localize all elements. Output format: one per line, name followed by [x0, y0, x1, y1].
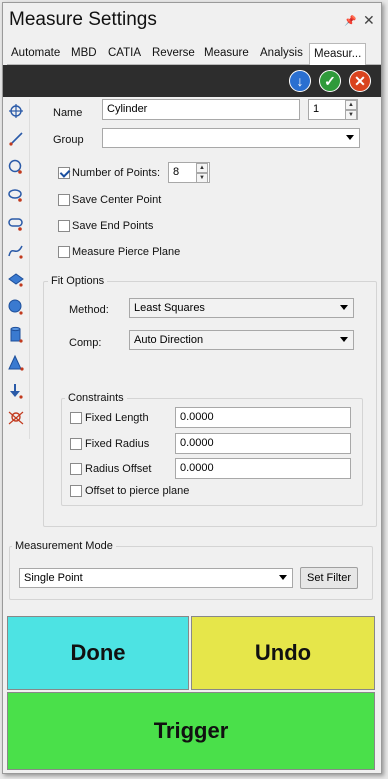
set-filter-button[interactable]: Set Filter: [300, 567, 358, 589]
tab-automate[interactable]: Automate: [11, 47, 60, 59]
intersection-feature-icon[interactable]: [7, 410, 27, 432]
fixed-radius-checkbox[interactable]: [70, 438, 82, 450]
cancel-icon[interactable]: ✕: [349, 70, 371, 92]
curve-feature-icon[interactable]: [7, 242, 27, 264]
offset-pierce-checkbox[interactable]: [70, 485, 82, 497]
measurement-mode-value: Single Point: [24, 572, 83, 584]
radius-offset-label: Radius Offset: [85, 463, 152, 475]
fixed-length-input[interactable]: 0.0000: [175, 407, 351, 428]
index-up-arrow-icon[interactable]: ▲: [345, 100, 357, 110]
fixed-radius-input[interactable]: 0.0000: [175, 433, 351, 454]
checkmark-icon[interactable]: ✓: [319, 70, 341, 92]
method-label: Method:: [69, 304, 109, 316]
measurement-mode-title: Measurement Mode: [12, 540, 116, 552]
save-end-label: Save End Points: [72, 220, 154, 232]
toolbar: ↓ ✓ ✕: [3, 65, 381, 97]
pierce-plane-checkbox[interactable]: [58, 246, 70, 258]
comp-label: Comp:: [69, 337, 102, 349]
index-down-arrow-icon[interactable]: ▼: [345, 110, 357, 120]
group-dropdown[interactable]: [102, 128, 360, 148]
method-dropdown[interactable]: Least Squares: [129, 298, 354, 318]
side-divider: [29, 99, 30, 439]
offset-pierce-label: Offset to pierce plane: [85, 485, 190, 497]
constraints-title: Constraints: [65, 392, 127, 404]
name-label: Name: [53, 107, 83, 119]
circle-feature-icon[interactable]: [7, 158, 27, 180]
cone-feature-icon[interactable]: [7, 354, 27, 376]
tab-measure[interactable]: Measure: [204, 47, 249, 59]
points-down-arrow-icon[interactable]: ▼: [196, 173, 208, 183]
tab-catia[interactable]: CATIA: [108, 47, 141, 59]
pierce-plane-label: Measure Pierce Plane: [72, 246, 181, 258]
chevron-down-icon: [340, 337, 348, 342]
line-feature-icon[interactable]: [7, 130, 27, 152]
save-center-checkbox[interactable]: [58, 194, 70, 206]
chevron-down-icon: [279, 575, 287, 580]
num-points-checkbox[interactable]: [58, 167, 70, 179]
tab-measure-active[interactable]: Measur...: [309, 43, 367, 66]
close-icon[interactable]: ✕: [363, 12, 375, 29]
undo-button[interactable]: Undo: [191, 616, 375, 690]
method-value: Least Squares: [134, 302, 205, 314]
done-button[interactable]: Done: [7, 616, 189, 690]
fixed-length-checkbox[interactable]: [70, 412, 82, 424]
save-center-label: Save Center Point: [72, 194, 162, 206]
chevron-down-icon: [340, 305, 348, 310]
window-title: Measure Settings: [9, 9, 157, 30]
name-input[interactable]: Cylinder: [102, 99, 300, 120]
tab-reverse[interactable]: Reverse: [152, 47, 195, 59]
fixed-length-label: Fixed Length: [85, 412, 149, 424]
radius-offset-input[interactable]: 0.0000: [175, 458, 351, 479]
pin-icon[interactable]: 📌: [344, 16, 356, 27]
fixed-radius-label: Fixed Radius: [85, 438, 150, 450]
measure-settings-panel: Measure Settings 📌 ✕ Automate MBD CATIA …: [2, 2, 382, 774]
group-label: Group: [53, 134, 84, 146]
vector-point-icon[interactable]: [7, 382, 27, 404]
slot-feature-icon[interactable]: [7, 214, 27, 236]
sphere-feature-icon[interactable]: [7, 298, 27, 320]
ellipse-feature-icon[interactable]: [7, 186, 27, 208]
save-end-checkbox[interactable]: [58, 220, 70, 232]
num-points-label: Number of Points:: [72, 167, 161, 179]
point-feature-icon[interactable]: [7, 102, 27, 124]
plane-feature-icon[interactable]: [7, 270, 27, 292]
radius-offset-checkbox[interactable]: [70, 463, 82, 475]
trigger-button[interactable]: Trigger: [7, 692, 375, 770]
measurement-mode-dropdown[interactable]: Single Point: [19, 568, 293, 588]
download-arrow-icon[interactable]: ↓: [289, 70, 311, 92]
cylinder-feature-icon[interactable]: [7, 326, 27, 348]
comp-value: Auto Direction: [134, 334, 204, 346]
fit-options-title: Fit Options: [48, 275, 108, 287]
tab-mbd[interactable]: MBD: [71, 47, 97, 59]
tab-analysis[interactable]: Analysis: [260, 47, 303, 59]
points-up-arrow-icon[interactable]: ▲: [196, 163, 208, 173]
chevron-down-icon: [346, 135, 354, 140]
tab-bar: Automate MBD CATIA Reverse Measure Analy…: [7, 43, 381, 66]
comp-dropdown[interactable]: Auto Direction: [129, 330, 354, 350]
